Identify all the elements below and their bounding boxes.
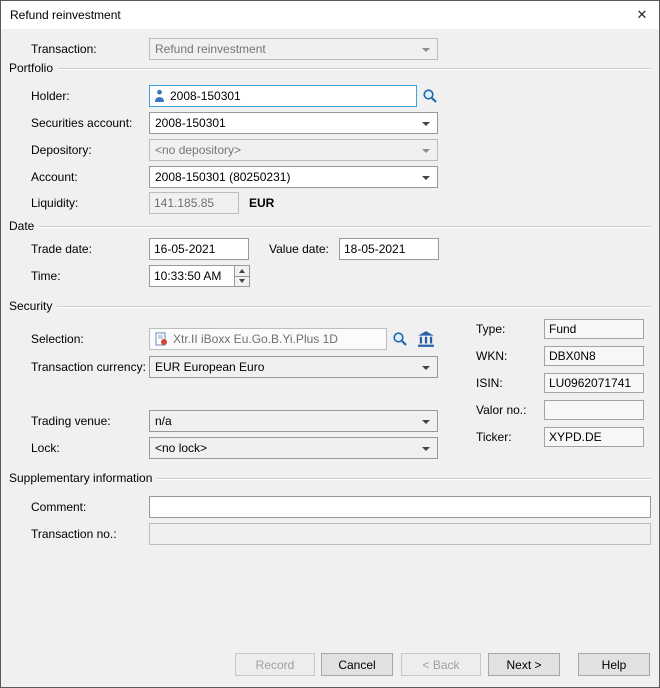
search-icon	[422, 88, 438, 107]
securities-account-dropdown[interactable]: 2008-150301	[149, 112, 438, 134]
help-button[interactable]: Help	[578, 653, 650, 676]
valor-no-label: Valor no.:	[476, 399, 526, 421]
liquidity-currency: EUR	[249, 192, 274, 214]
security-search-button[interactable]	[391, 331, 409, 349]
valor-no-field	[544, 400, 644, 420]
back-button: < Back	[401, 653, 481, 676]
type-field: Fund	[544, 319, 644, 339]
transaction-type-dropdown: Refund reinvestment	[149, 38, 438, 60]
security-document-icon	[154, 332, 168, 346]
trade-date-field[interactable]: 16-05-2021	[149, 238, 249, 260]
depository-label: Depository:	[31, 139, 92, 161]
ticker-value: XYPD.DE	[549, 430, 602, 444]
holder-value: 2008-150301	[170, 89, 241, 103]
arrow-down-icon	[239, 279, 245, 283]
ticker-label: Ticker:	[476, 426, 512, 448]
security-selection-value: Xtr.II iBoxx Eu.Go.B.Yi.Plus 1D	[173, 332, 338, 346]
transaction-no-field	[149, 523, 651, 545]
exchange-lookup-button[interactable]	[415, 329, 437, 351]
chevron-down-icon	[422, 176, 430, 180]
transaction-currency-value: EUR European Euro	[155, 360, 264, 374]
group-divider	[57, 306, 651, 308]
wkn-label: WKN:	[476, 345, 507, 367]
wkn-field: DBX0N8	[544, 346, 644, 366]
security-selection-field: Xtr.II iBoxx Eu.Go.B.Yi.Plus 1D	[149, 328, 387, 350]
security-group-title: Security	[9, 299, 52, 313]
time-label: Time:	[31, 265, 61, 287]
liquidity-label: Liquidity:	[31, 192, 78, 214]
comment-input[interactable]	[149, 496, 651, 518]
transaction-type-value: Refund reinvestment	[155, 42, 266, 56]
transaction-label: Transaction:	[31, 38, 97, 60]
type-value: Fund	[549, 322, 576, 336]
chevron-down-icon	[422, 122, 430, 126]
group-divider	[157, 478, 651, 480]
chevron-down-icon	[422, 149, 430, 153]
lock-dropdown[interactable]: <no lock>	[149, 437, 438, 459]
portfolio-group-header: Portfolio	[9, 61, 651, 75]
close-icon[interactable]: ✕	[627, 3, 657, 27]
refund-reinvestment-dialog: Refund reinvestment ✕ Transaction: Refun…	[0, 0, 660, 688]
time-spinner	[234, 266, 249, 286]
transaction-currency-dropdown[interactable]: EUR European Euro	[149, 356, 438, 378]
record-button: Record	[235, 653, 315, 676]
time-spinner-down-button[interactable]	[235, 276, 249, 287]
selection-label: Selection:	[31, 328, 84, 350]
trade-date-value: 16-05-2021	[154, 242, 215, 256]
trade-date-label: Trade date:	[31, 238, 92, 260]
liquidity-field: 141.185.85	[149, 192, 239, 214]
lock-value: <no lock>	[155, 441, 207, 455]
wkn-value: DBX0N8	[549, 349, 596, 363]
title-bar: Refund reinvestment ✕	[1, 1, 659, 29]
trading-venue-dropdown[interactable]: n/a	[149, 410, 438, 432]
group-divider	[58, 68, 651, 70]
chevron-down-icon	[422, 48, 430, 52]
transaction-no-label: Transaction no.:	[31, 523, 117, 545]
date-group-header: Date	[9, 219, 651, 233]
portfolio-group-title: Portfolio	[9, 61, 53, 75]
value-date-value: 18-05-2021	[344, 242, 405, 256]
type-label: Type:	[476, 318, 505, 340]
isin-value: LU0962071741	[549, 376, 631, 390]
account-value: 2008-150301 (80250231)	[155, 170, 290, 184]
time-value: 10:33:50 AM	[154, 269, 221, 283]
account-label: Account:	[31, 166, 78, 188]
value-date-label: Value date:	[269, 238, 329, 260]
ticker-field: XYPD.DE	[544, 427, 644, 447]
depository-value: <no depository>	[155, 143, 241, 157]
cancel-button[interactable]: Cancel	[321, 653, 393, 676]
supplementary-group-title: Supplementary information	[9, 471, 152, 485]
isin-field: LU0962071741	[544, 373, 644, 393]
bank-icon	[417, 330, 435, 351]
lock-label: Lock:	[31, 437, 60, 459]
securities-account-value: 2008-150301	[155, 116, 226, 130]
date-group-title: Date	[9, 219, 34, 233]
chevron-down-icon	[422, 366, 430, 370]
security-group-header: Security	[9, 299, 651, 313]
chevron-down-icon	[422, 420, 430, 424]
next-button[interactable]: Next >	[488, 653, 560, 676]
holder-search-button[interactable]	[421, 88, 439, 106]
trading-venue-label: Trading venue:	[31, 410, 111, 432]
group-divider	[39, 226, 651, 228]
isin-label: ISIN:	[476, 372, 503, 394]
time-spinner-up-button[interactable]	[235, 266, 249, 276]
supplementary-group-header: Supplementary information	[9, 471, 651, 485]
comment-label: Comment:	[31, 496, 86, 518]
trading-venue-value: n/a	[155, 414, 172, 428]
window-title: Refund reinvestment	[10, 8, 121, 22]
person-icon	[154, 89, 165, 103]
arrow-up-icon	[239, 269, 245, 273]
time-field[interactable]: 10:33:50 AM	[149, 265, 250, 287]
liquidity-value: 141.185.85	[154, 196, 214, 210]
chevron-down-icon	[422, 447, 430, 451]
holder-label: Holder:	[31, 85, 70, 107]
securities-account-label: Securities account:	[31, 112, 132, 134]
value-date-field[interactable]: 18-05-2021	[339, 238, 439, 260]
transaction-currency-label: Transaction currency:	[31, 356, 146, 378]
holder-field[interactable]: 2008-150301	[149, 85, 417, 107]
depository-dropdown: <no depository>	[149, 139, 438, 161]
account-dropdown[interactable]: 2008-150301 (80250231)	[149, 166, 438, 188]
search-icon	[392, 331, 408, 350]
